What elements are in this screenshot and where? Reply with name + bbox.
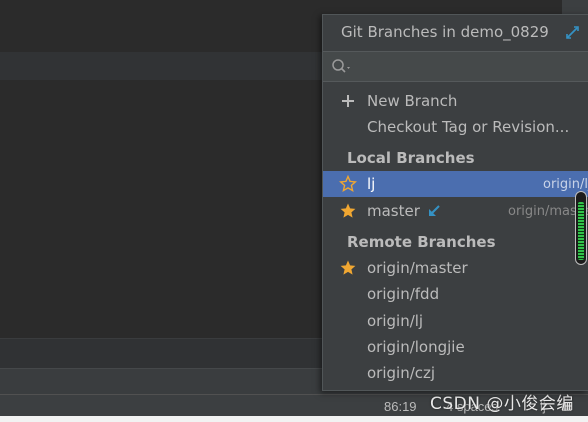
branch-name: lj <box>367 175 376 193</box>
remote-branches-header: Remote Branches <box>347 233 496 251</box>
popup-title: Git Branches in demo_0829 <box>341 23 549 41</box>
search-input[interactable] <box>357 56 577 78</box>
branch-item-lj[interactable]: lj origin/lj <box>323 171 588 197</box>
branch-item-master[interactable]: master origin/master <box>323 198 588 224</box>
star-outline-icon <box>339 175 357 193</box>
git-branches-popup: Git Branches in demo_0829 New Branch Che… <box>322 14 588 391</box>
star-filled-icon <box>340 203 356 218</box>
star-filled-icon <box>340 260 356 275</box>
checkout-tag-item[interactable]: Checkout Tag or Revision... <box>323 114 588 140</box>
search-icon[interactable] <box>331 58 353 76</box>
branch-name: origin/longjie <box>367 338 465 356</box>
remote-branch-item[interactable]: origin/lj <box>323 308 588 334</box>
branch-name: origin/lj <box>367 312 424 330</box>
local-branches-header: Local Branches <box>347 149 475 167</box>
plus-icon <box>342 95 354 107</box>
remote-branch-item[interactable]: origin/longjie <box>323 334 588 360</box>
editor-scroll-corner <box>562 0 588 14</box>
remote-branch-item[interactable]: origin/fdd <box>323 281 588 307</box>
new-branch-item[interactable]: New Branch <box>323 88 588 114</box>
branch-name: origin/master <box>367 259 468 277</box>
incoming-commits-icon <box>429 205 440 216</box>
search-bar <box>323 51 588 82</box>
branch-name: origin/czj <box>367 364 436 382</box>
branch-name: master <box>367 202 420 220</box>
remote-branch-item[interactable]: origin/master <box>323 255 588 281</box>
pin-icon[interactable] <box>565 24 581 40</box>
popup-scrollbar[interactable] <box>575 191 587 265</box>
scrollbar-thumb[interactable] <box>578 202 584 260</box>
tracking-branch: origin/lj <box>543 177 588 192</box>
popup-header: Git Branches in demo_0829 <box>323 15 588 51</box>
checkout-tag-label: Checkout Tag or Revision... <box>367 118 570 136</box>
new-branch-label: New Branch <box>367 92 458 110</box>
branch-name: origin/fdd <box>367 285 440 303</box>
window-bottom-edge <box>0 416 588 422</box>
remote-branch-item[interactable]: origin/czj <box>323 360 588 386</box>
caret-position[interactable]: 86:19 <box>384 399 417 414</box>
